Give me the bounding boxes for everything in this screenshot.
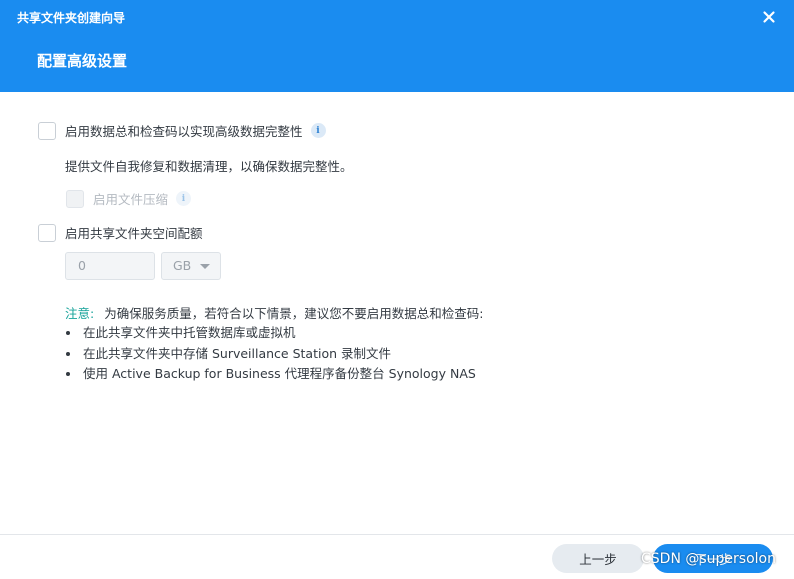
quota-unit-value: GB <box>173 258 192 273</box>
close-icon <box>763 11 775 23</box>
note-label: 注意: <box>65 306 95 321</box>
checksum-description: 提供文件自我修复和数据清理，以确保数据完整性。 <box>65 159 353 174</box>
compression-label: 启用文件压缩 <box>93 192 169 207</box>
previous-button[interactable]: 上一步 <box>552 544 644 573</box>
close-button[interactable] <box>758 6 780 28</box>
checksum-label[interactable]: 启用数据总和检查码以实现高级数据完整性 <box>65 121 303 140</box>
quota-label[interactable]: 启用共享文件夹空间配额 <box>65 223 203 242</box>
quota-checkbox[interactable] <box>38 223 56 242</box>
quota-option: 启用共享文件夹空间配额 <box>38 223 203 242</box>
step-title: 配置高级设置 <box>37 52 128 70</box>
quota-unit-select[interactable]: GB <box>161 252 221 280</box>
note-list: 在此共享文件夹中托管数据库或虚拟机 在此共享文件夹中存储 Surveillanc… <box>65 323 476 385</box>
compression-option: 启用文件压缩 i <box>66 189 192 208</box>
next-button[interactable]: 下一步 <box>653 544 773 573</box>
wizard-header: 共享文件夹创建向导 配置高级设置 <box>0 0 794 92</box>
info-icon[interactable]: i <box>176 191 192 206</box>
list-item: 在此共享文件夹中托管数据库或虚拟机 <box>65 323 476 344</box>
quota-size-input[interactable]: 0 <box>65 252 155 280</box>
info-icon[interactable]: i <box>310 123 326 138</box>
checksum-option: 启用数据总和检查码以实现高级数据完整性 i <box>38 121 326 140</box>
list-item: 在此共享文件夹中存储 Surveillance Station 录制文件 <box>65 344 476 365</box>
compression-checkbox[interactable] <box>66 189 84 208</box>
note-text: 为确保服务质量，若符合以下情景，建议您不要启用数据总和检查码: <box>104 306 484 321</box>
list-item: 使用 Active Backup for Business 代理程序备份整台 S… <box>65 364 476 385</box>
window-title: 共享文件夹创建向导 <box>17 11 126 25</box>
wizard-content: 启用数据总和检查码以实现高级数据完整性 i 提供文件自我修复和数据清理，以确保数… <box>0 92 794 534</box>
footer-divider <box>0 534 794 535</box>
note: 注意: 为确保服务质量，若符合以下情景，建议您不要启用数据总和检查码: <box>65 303 483 322</box>
checksum-checkbox[interactable] <box>38 121 56 140</box>
chevron-down-icon <box>200 264 210 269</box>
